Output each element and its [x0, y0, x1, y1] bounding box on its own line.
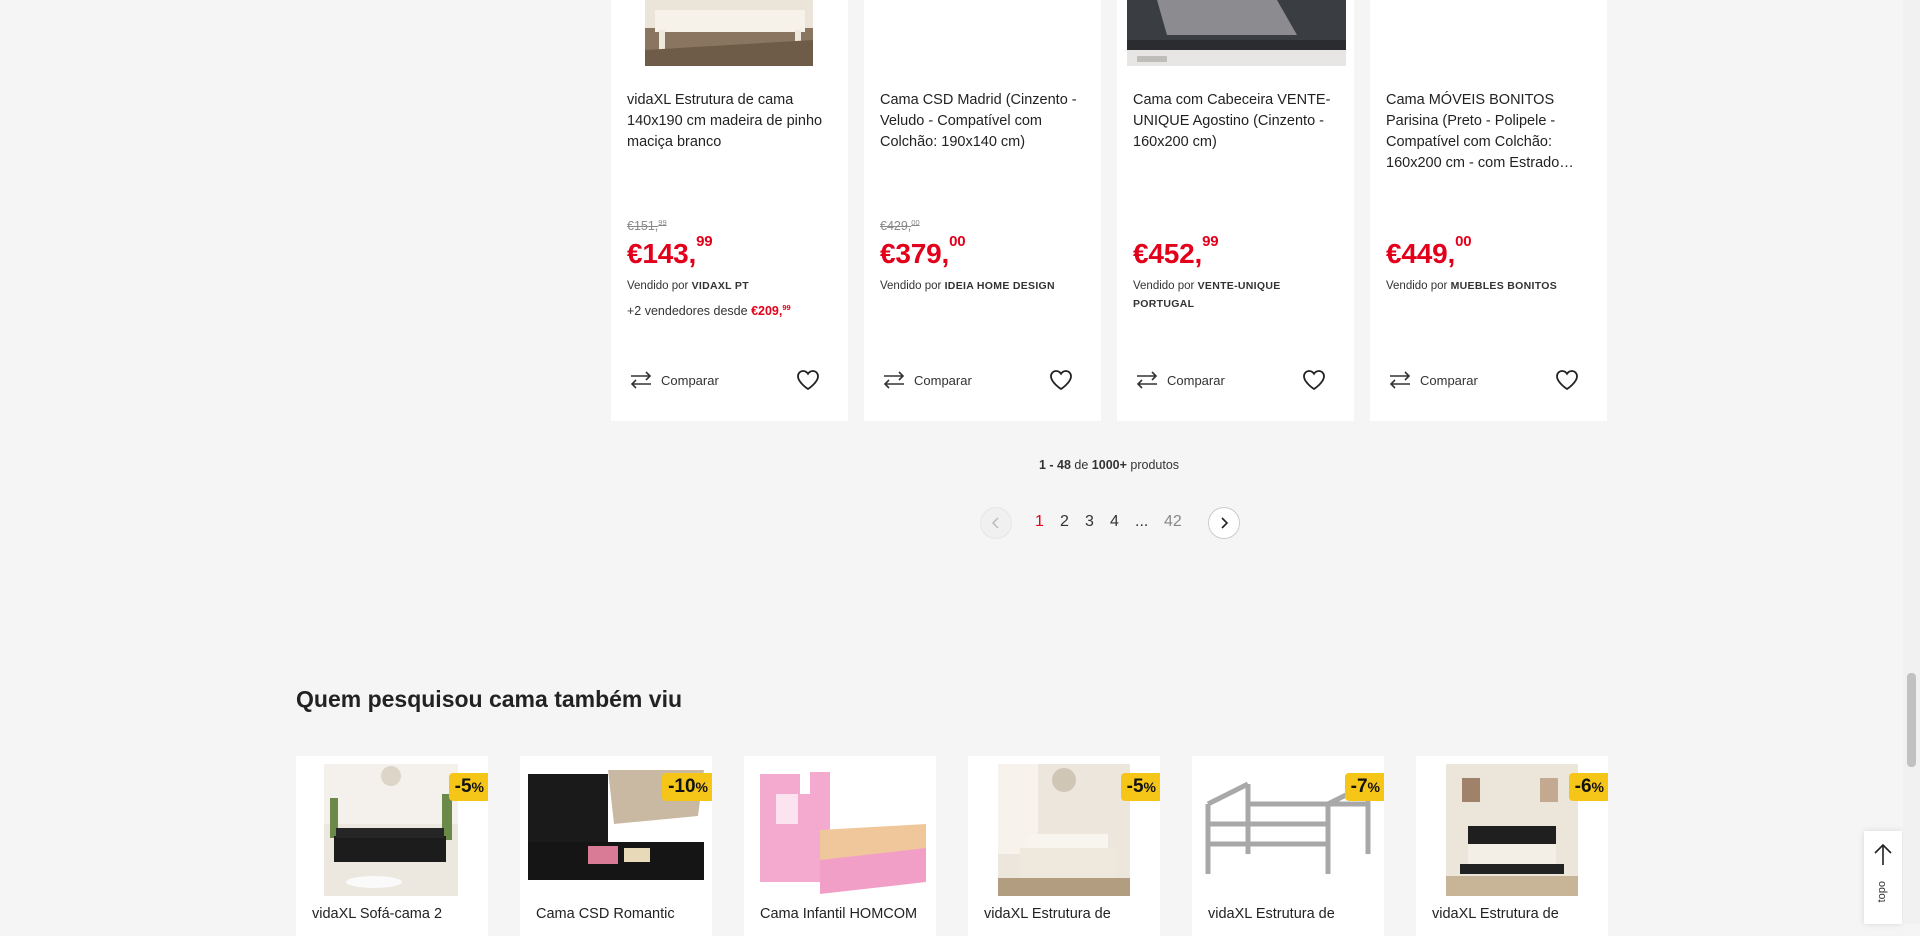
back-to-top-button[interactable]: topo	[1864, 831, 1902, 924]
price: €379,00	[880, 233, 966, 269]
page-link-2[interactable]: 2	[1060, 513, 1069, 531]
page-link-1[interactable]: 1	[1035, 513, 1044, 531]
back-to-top-label: topo	[1876, 881, 1888, 903]
related-product-card[interactable]: -6% vidaXL Estrutura de	[1416, 756, 1608, 936]
price: €449,00	[1386, 233, 1472, 269]
product-card[interactable]: vidaXL Estrutura de cama 140x190 cm made…	[611, 0, 848, 421]
product-title[interactable]: vidaXL Estrutura de cama 140x190 cm made…	[627, 90, 837, 153]
seller-link[interactable]: MUEBLES BONITOS	[1451, 280, 1557, 292]
page-link-last[interactable]: 42	[1164, 513, 1182, 531]
related-product-title[interactable]: vidaXL Estrutura de	[984, 906, 1111, 922]
compare-arrows-icon	[1389, 371, 1411, 389]
related-product-card[interactable]: -5% vidaXL Sofá-cama 2	[296, 756, 488, 936]
seller-link[interactable]: IDEIA HOME DESIGN	[945, 280, 1055, 292]
seller-info: Vendido por IDEIA HOME DESIGN	[880, 280, 1055, 292]
discount-badge: -7%	[1344, 773, 1384, 801]
page-link-4[interactable]: 4	[1110, 513, 1119, 531]
old-price: €429,00	[880, 217, 920, 233]
seller-link[interactable]: VIDAXL PT	[692, 280, 749, 292]
compare-button[interactable]: Comparar	[629, 370, 719, 390]
product-title[interactable]: Cama CSD Madrid (Cinzento - Veludo - Com…	[880, 90, 1090, 153]
scrollbar-thumb[interactable]	[1907, 673, 1916, 767]
compare-label: Comparar	[914, 372, 972, 388]
compare-label: Comparar	[661, 372, 719, 388]
compare-button[interactable]: Comparar	[1388, 370, 1478, 390]
product-card[interactable]: Cama CSD Madrid (Cinzento - Veludo - Com…	[864, 0, 1101, 421]
next-page-button[interactable]	[1208, 507, 1240, 539]
product-image[interactable]	[1127, 0, 1346, 66]
related-product-card[interactable]: -7% vidaXL Estrutura de	[1192, 756, 1384, 936]
product-image[interactable]	[1370, 0, 1607, 66]
compare-label: Comparar	[1420, 372, 1478, 388]
price: €452,99	[1133, 233, 1219, 269]
compare-button[interactable]: Comparar	[1135, 370, 1225, 390]
results-count: 1 - 48 de 1000+ produtos	[1038, 458, 1180, 472]
page-link-3[interactable]: 3	[1085, 513, 1094, 531]
price: €143,99	[627, 233, 713, 269]
prev-page-button[interactable]	[980, 507, 1012, 539]
compare-arrows-icon	[630, 371, 652, 389]
related-product-title[interactable]: vidaXL Sofá-cama 2	[312, 906, 442, 922]
product-title[interactable]: Cama com Cabeceira VENTE-UNIQUE Agostino…	[1133, 90, 1343, 153]
compare-button[interactable]: Comparar	[882, 370, 972, 390]
related-product-image[interactable]	[1446, 764, 1578, 896]
chevron-right-icon	[1221, 517, 1229, 529]
related-product-title[interactable]: vidaXL Estrutura de	[1208, 906, 1335, 922]
discount-badge: -6%	[1568, 773, 1608, 801]
favorite-heart-icon[interactable]	[796, 369, 820, 396]
related-section-title: Quem pesquisou cama também viu	[296, 686, 683, 712]
favorite-heart-icon[interactable]	[1555, 369, 1579, 396]
related-product-card[interactable]: -5% vidaXL Estrutura de	[968, 756, 1160, 936]
seller-info: Vendido por MUEBLES BONITOS	[1386, 280, 1557, 292]
arrow-up-icon	[1874, 843, 1892, 865]
seller-info: Vendido por VIDAXL PT	[627, 280, 749, 292]
compare-label: Comparar	[1167, 372, 1225, 388]
discount-badge: -10%	[662, 773, 712, 801]
related-product-image[interactable]	[750, 764, 930, 896]
discount-badge: -5%	[1120, 773, 1160, 801]
related-product-title[interactable]: Cama Infantil HOMCOM	[760, 906, 917, 922]
related-product-image[interactable]	[998, 764, 1130, 896]
seller-info: Vendido por VENTE-UNIQUE PORTUGAL	[1133, 280, 1281, 310]
product-card[interactable]: Cama com Cabeceira VENTE-UNIQUE Agostino…	[1117, 0, 1354, 421]
product-title[interactable]: Cama MÓVEIS BONITOS Parisina (Preto - Po…	[1386, 90, 1596, 174]
related-product-image[interactable]	[324, 764, 458, 896]
related-product-title[interactable]: Cama CSD Romantic	[536, 906, 675, 922]
compare-arrows-icon	[883, 371, 905, 389]
product-card[interactable]: Cama MÓVEIS BONITOS Parisina (Preto - Po…	[1370, 0, 1607, 421]
related-product-card[interactable]: Cama Infantil HOMCOM	[744, 756, 936, 936]
related-product-title[interactable]: vidaXL Estrutura de	[1432, 906, 1559, 922]
product-image[interactable]	[864, 0, 1101, 66]
favorite-heart-icon[interactable]	[1302, 369, 1326, 396]
compare-arrows-icon	[1136, 371, 1158, 389]
chevron-left-icon	[991, 517, 999, 529]
old-price: €151,99	[627, 217, 667, 233]
favorite-heart-icon[interactable]	[1049, 369, 1073, 396]
page-ellipsis: ...	[1135, 513, 1149, 530]
product-image[interactable]	[645, 0, 813, 66]
other-sellers-link[interactable]: +2 vendedores desde €209,99	[627, 304, 791, 318]
related-product-card[interactable]: -10% Cama CSD Romantic	[520, 756, 712, 936]
discount-badge: -5%	[448, 773, 488, 801]
page-scrollbar[interactable]	[1903, 0, 1920, 924]
